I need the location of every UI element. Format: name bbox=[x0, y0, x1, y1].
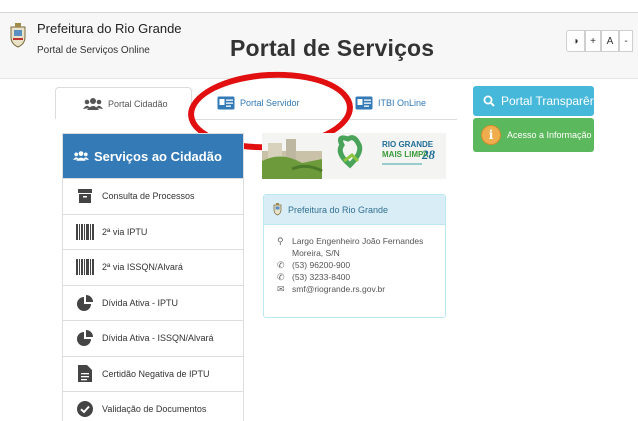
envelope-icon: ✉ bbox=[277, 284, 285, 294]
email-row: ✉ smf@riogrande.rs.gov.br bbox=[277, 283, 437, 295]
contrast-toggle-button[interactable]: ◑ bbox=[566, 30, 585, 52]
services-panel: Serviços ao Cidadão Consulta de Processo… bbox=[62, 133, 244, 421]
archive-icon bbox=[74, 188, 96, 204]
map-marker-icon: ⚲ bbox=[277, 236, 284, 246]
document-icon bbox=[74, 365, 96, 383]
phone-row-1: ✆ (53) 96200-900 bbox=[277, 259, 437, 271]
font-reset-button[interactable]: A bbox=[601, 30, 619, 52]
service-divida-ativa-iptu[interactable]: Dívida Ativa - IPTU bbox=[63, 284, 243, 321]
service-label: Dívida Ativa - IPTU bbox=[102, 297, 179, 308]
acesso-informacao-label: Acesso a Informação bbox=[507, 130, 592, 140]
search-icon bbox=[483, 95, 495, 107]
barcode-icon bbox=[74, 259, 96, 276]
pie-chart-icon bbox=[74, 294, 96, 311]
service-label: Consulta de Processos bbox=[102, 191, 195, 202]
email[interactable]: smf@riogrande.rs.gov.br bbox=[292, 283, 385, 295]
address-line2: Moreira, S/N bbox=[292, 248, 340, 258]
phone-icon: ✆ bbox=[277, 272, 285, 282]
org-title[interactable]: Prefeitura do Rio Grande bbox=[37, 21, 182, 36]
check-circle-icon bbox=[74, 401, 96, 418]
acesso-informacao-button[interactable]: i Acesso a Informação bbox=[473, 118, 594, 152]
phone-1: (53) 96200-900 bbox=[292, 260, 351, 270]
banner-anniversary: 28 bbox=[421, 147, 436, 162]
contact-title: Prefeitura do Rio Grande bbox=[288, 204, 389, 215]
contact-panel: Prefeitura do Rio Grande ⚲ Largo Engenhe… bbox=[263, 194, 446, 318]
tab-label: Portal Cidadão bbox=[108, 98, 168, 109]
banner-graphic: RIO GRANDE MAIS LIMPA 28 bbox=[262, 133, 446, 179]
services-title: Serviços ao Cidadão bbox=[94, 148, 222, 164]
rio-grande-mais-limpa-banner[interactable]: RIO GRANDE MAIS LIMPA 28 bbox=[262, 133, 446, 179]
pie-chart-icon bbox=[74, 330, 96, 347]
service-divida-ativa-issqn[interactable]: Dívida Ativa - ISSQN/Alvará bbox=[63, 320, 243, 356]
users-icon bbox=[83, 97, 103, 110]
phone-icon: ✆ bbox=[277, 260, 285, 270]
page-title: Portal de Serviços bbox=[230, 35, 435, 61]
service-validacao-documentos[interactable]: Validação de Documentos bbox=[63, 391, 243, 421]
service-certidao-negativa[interactable]: Certidão Negativa de IPTU bbox=[63, 355, 243, 392]
portal-transparencia-label: Portal Transparência bbox=[501, 94, 594, 108]
phone-row-2: ✆ (53) 3233-8400 bbox=[277, 271, 437, 283]
phone-2: (53) 3233-8400 bbox=[292, 272, 351, 282]
users-icon bbox=[73, 151, 89, 161]
service-label: Validação de Documentos bbox=[102, 404, 207, 415]
contact-body: ⚲ Largo Engenheiro João Fernandes Moreir… bbox=[264, 225, 445, 295]
coat-of-arms-icon bbox=[273, 203, 282, 216]
font-increase-button[interactable]: + bbox=[585, 30, 601, 52]
barcode-icon bbox=[74, 223, 96, 240]
address-row: ⚲ Largo Engenheiro João Fernandes Moreir… bbox=[277, 235, 437, 259]
org-subtitle: Portal de Serviços Online bbox=[37, 45, 150, 56]
contrast-icon: ◑ bbox=[572, 35, 579, 47]
coat-of-arms-logo[interactable] bbox=[8, 23, 28, 49]
portal-transparencia-button[interactable]: Portal Transparência bbox=[473, 86, 594, 116]
service-2via-issqn[interactable]: 2ª via ISSQN/Alvará bbox=[63, 249, 243, 285]
tab-portal-cidadao[interactable]: Portal Cidadão bbox=[55, 87, 192, 119]
id-card-icon bbox=[355, 96, 373, 110]
site-header: Prefeitura do Rio Grande Portal de Servi… bbox=[0, 13, 638, 79]
service-label: Certidão Negativa de IPTU bbox=[102, 368, 210, 379]
service-label: 2ª via IPTU bbox=[102, 226, 148, 237]
tab-label: ITBI OnLine bbox=[378, 98, 427, 108]
service-consulta-processos[interactable]: Consulta de Processos bbox=[63, 178, 243, 214]
font-decrease-button[interactable]: - bbox=[619, 30, 633, 52]
service-label: Dívida Ativa - ISSQN/Alvará bbox=[102, 333, 214, 344]
services-header: Serviços ao Cidadão bbox=[63, 134, 243, 178]
contact-header: Prefeitura do Rio Grande bbox=[264, 195, 445, 225]
tab-itbi-online[interactable]: ITBI OnLine bbox=[355, 87, 426, 119]
service-2via-iptu[interactable]: 2ª via IPTU bbox=[63, 213, 243, 250]
address-line1: Largo Engenheiro João Fernandes bbox=[292, 236, 424, 246]
info-icon: i bbox=[481, 125, 501, 145]
service-label: 2ª via ISSQN/Alvará bbox=[102, 262, 183, 273]
